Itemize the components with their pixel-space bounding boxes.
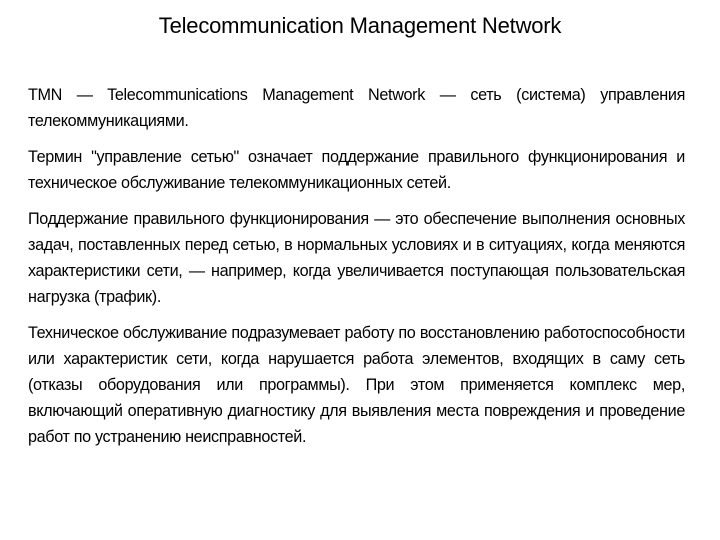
slide-title: Telecommunication Management Network <box>158 13 562 38</box>
paragraph-proper-functioning: Поддержание правильного функционирования… <box>28 210 685 306</box>
slide: Telecommunication Management Network TMN… <box>0 0 720 540</box>
slide-body: TMN — Telecommunications Management Netw… <box>28 82 685 460</box>
paragraph-maintenance: Техническое обслуживание подразумевает р… <box>28 324 685 446</box>
paragraph-network-management-term: Термин "управление сетью" означает подде… <box>28 148 685 192</box>
paragraph-tmn-definition: TMN — Telecommunications Management Netw… <box>28 86 685 130</box>
